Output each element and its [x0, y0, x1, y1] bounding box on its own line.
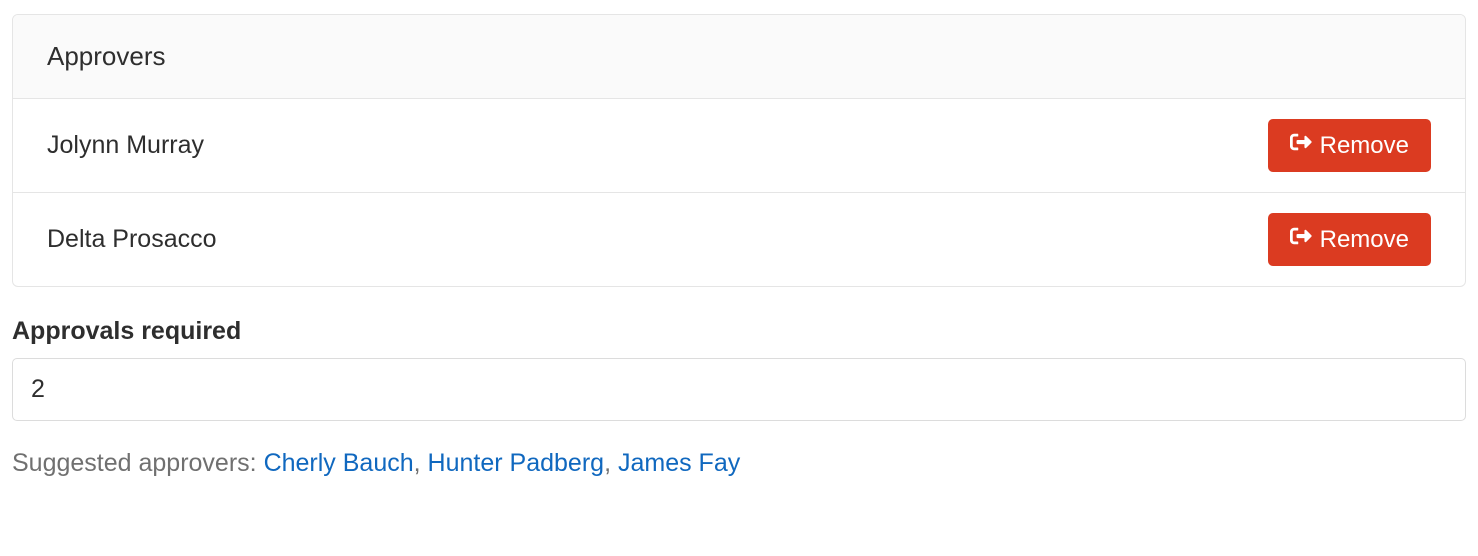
approvers-header: Approvers: [13, 15, 1465, 99]
approvers-card: Approvers Jolynn Murray Remove Delta Pro…: [12, 14, 1466, 287]
remove-button[interactable]: Remove: [1268, 119, 1431, 172]
remove-button[interactable]: Remove: [1268, 213, 1431, 266]
approvals-required-input[interactable]: [12, 358, 1466, 421]
suggested-approver-link[interactable]: Hunter Padberg: [428, 449, 605, 477]
sign-out-icon: [1290, 225, 1312, 254]
sign-out-icon: [1290, 131, 1312, 160]
approvals-required-label: Approvals required: [12, 317, 1466, 346]
separator: ,: [414, 449, 428, 477]
approver-name: Jolynn Murray: [47, 131, 204, 160]
suggested-approver-link[interactable]: James Fay: [618, 449, 740, 477]
separator: ,: [604, 449, 618, 477]
approver-row: Delta Prosacco Remove: [13, 193, 1465, 286]
suggested-approver-link[interactable]: Cherly Bauch: [264, 449, 414, 477]
suggested-prefix: Suggested approvers:: [12, 449, 264, 477]
suggested-approvers: Suggested approvers: Cherly Bauch, Hunte…: [12, 449, 1466, 478]
approver-row: Jolynn Murray Remove: [13, 99, 1465, 193]
remove-button-label: Remove: [1320, 226, 1409, 254]
remove-button-label: Remove: [1320, 132, 1409, 160]
approver-name: Delta Prosacco: [47, 225, 217, 254]
